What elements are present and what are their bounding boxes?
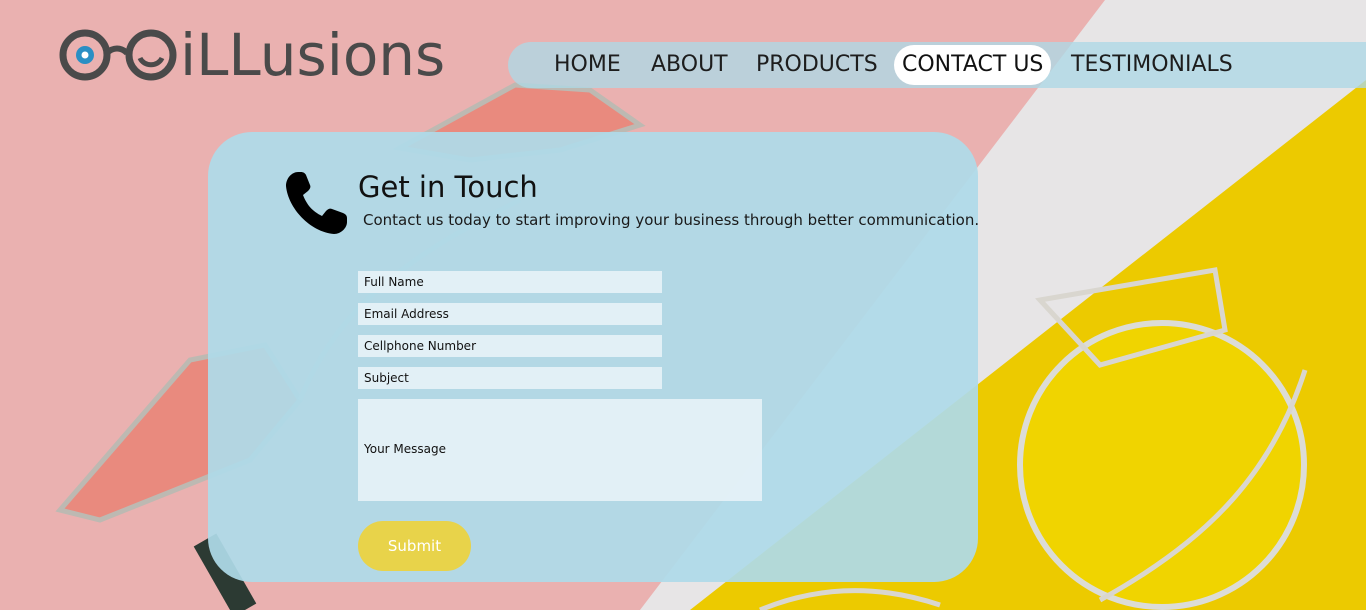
nav-item-contact-us[interactable]: CONTACT US	[894, 45, 1052, 85]
email-field[interactable]	[358, 303, 662, 325]
full-name-field[interactable]	[358, 271, 662, 293]
main-nav: HOME ABOUT PRODUCTS CONTACT US TESTIMONI…	[508, 42, 1366, 88]
brand-logo[interactable]: iLLusions	[58, 22, 468, 88]
contact-card: Get in Touch Contact us today to start i…	[208, 132, 980, 582]
glasses-logo-icon	[59, 29, 177, 81]
phone-icon	[286, 172, 347, 234]
message-field[interactable]	[358, 399, 762, 501]
contact-title: Get in Touch	[358, 170, 538, 204]
nav-item-home[interactable]: HOME	[546, 45, 629, 85]
cellphone-field[interactable]	[358, 335, 662, 357]
brand-name: iLLusions	[180, 21, 446, 89]
subject-field[interactable]	[358, 367, 662, 389]
nav-item-about[interactable]: ABOUT	[643, 45, 736, 85]
nav-item-testimonials[interactable]: TESTIMONIALS	[1063, 45, 1241, 85]
nav-item-products[interactable]: PRODUCTS	[748, 45, 886, 85]
submit-button[interactable]: Submit	[358, 521, 471, 571]
contact-subtitle: Contact us today to start improving your…	[363, 211, 980, 229]
